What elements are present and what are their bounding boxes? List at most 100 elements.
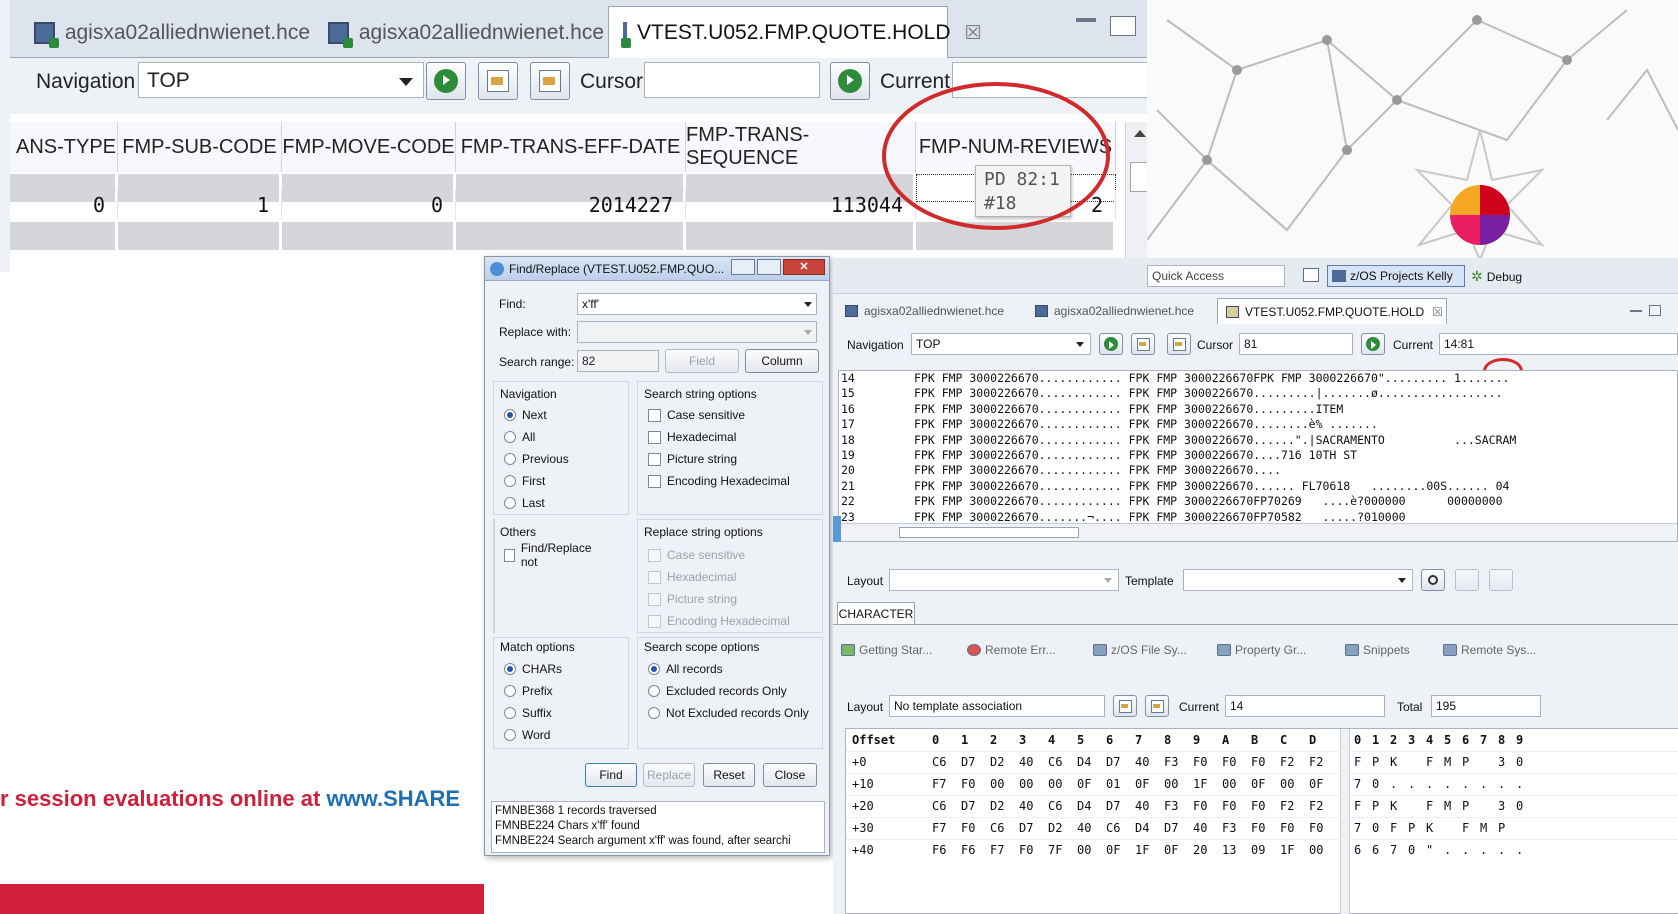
tab-hce-2[interactable]: agisxa02alliednwienet.hce (1027, 298, 1217, 324)
char-cell[interactable]: . (1462, 843, 1469, 857)
maximize-icon[interactable] (1110, 16, 1136, 36)
tab-quote-hold[interactable]: VTEST.U052.FMP.QUOTE.HOLD ☒ (1217, 298, 1447, 324)
go-button[interactable] (426, 62, 466, 100)
hex-byte[interactable]: 40 (1135, 799, 1149, 813)
hex-byte[interactable]: F6 (932, 843, 946, 857)
view-zos-file-system[interactable]: z/OS File Sy... (1093, 640, 1187, 660)
char-cell[interactable]: F (1354, 755, 1361, 769)
navigation-combo[interactable]: TOP (911, 333, 1091, 355)
radio-word[interactable]: Word (504, 726, 550, 744)
hex-byte[interactable]: 00 (1280, 777, 1294, 791)
hex-byte[interactable]: C6 (932, 799, 946, 813)
open-perspective-icon[interactable] (1303, 268, 1319, 282)
char-cell[interactable]: 0 (1408, 843, 1415, 857)
go-button[interactable] (1099, 333, 1123, 355)
hex-editor-grid[interactable]: Offset 0 1 2 3 4 5 6 7 8 9 A B C D 0 1 2 3 4 5 6 7 8 9 +0 C6 D7 D2 40… (845, 728, 1678, 914)
char-cell[interactable]: . (1498, 843, 1505, 857)
hex-byte[interactable]: 0F (1077, 777, 1091, 791)
hex-byte[interactable]: C6 (990, 821, 1004, 835)
hex-byte[interactable]: D2 (990, 799, 1004, 813)
hex-byte[interactable]: 01 (1106, 777, 1120, 791)
save-record-button[interactable] (1167, 333, 1191, 355)
search-template-button[interactable] (1421, 569, 1445, 591)
replace-button[interactable]: Replace (643, 763, 695, 787)
char-cell[interactable]: 0 (1372, 821, 1379, 835)
hex-byte[interactable]: F0 (1222, 799, 1236, 813)
char-cell[interactable]: K (1390, 755, 1397, 769)
checkbox-find-replace-not[interactable]: Find/Replace not (504, 541, 594, 569)
maximize-icon[interactable] (1649, 305, 1661, 316)
radio-previous[interactable]: Previous (504, 450, 569, 468)
save-record-button[interactable] (530, 62, 570, 100)
hex-byte[interactable]: D7 (961, 799, 975, 813)
char-cell[interactable]: F (1426, 755, 1433, 769)
code-line[interactable]: FPK FMP 3000226670............ FPK FMP 3… (914, 402, 1674, 417)
hex-byte[interactable]: F0 (1193, 799, 1207, 813)
share-link[interactable]: www.SHARE (326, 786, 460, 811)
hex-byte[interactable]: D4 (1135, 821, 1149, 835)
code-area[interactable]: FPK FMP 3000226670............ FPK FMP 3… (914, 371, 1674, 540)
view-getting-started[interactable]: Getting Star... (841, 640, 932, 660)
column-button[interactable]: Column (745, 349, 819, 373)
checkbox-hexadecimal[interactable]: Hexadecimal (648, 428, 736, 446)
tab-hce-2[interactable]: agisxa02alliednwienet.hce (314, 8, 604, 58)
char-cell[interactable]: K (1426, 821, 1433, 835)
hex-byte[interactable]: D7 (1164, 821, 1178, 835)
hex-byte[interactable]: 0F (1164, 843, 1178, 857)
char-cell[interactable]: . (1390, 777, 1397, 791)
char-cell[interactable]: 0 (1372, 777, 1379, 791)
template-action-button[interactable] (1455, 569, 1479, 591)
hex-byte[interactable]: F6 (961, 843, 975, 857)
code-line[interactable]: FPK FMP 3000226670............ FPK FMP 3… (914, 463, 1674, 478)
hex-byte[interactable]: F3 (1222, 821, 1236, 835)
template-action-button-2[interactable] (1489, 569, 1513, 591)
cursor-input[interactable]: 81 (1239, 333, 1353, 355)
checkbox-replace-encoding[interactable]: Encoding Hexadecimal (648, 612, 790, 630)
reset-button[interactable]: Reset (703, 763, 755, 787)
char-cell[interactable]: . (1426, 777, 1433, 791)
char-cell[interactable]: M (1444, 799, 1451, 813)
radio-all-records[interactable]: All records (648, 660, 723, 678)
open-record-button[interactable] (478, 62, 518, 100)
column-header[interactable]: ANS-TYPE (10, 122, 118, 172)
radio-all[interactable]: All (504, 428, 535, 446)
open-record-button[interactable] (1131, 333, 1155, 355)
code-line[interactable]: FPK FMP 3000226670............ FPK FMP 3… (914, 433, 1674, 448)
hex-byte[interactable]: 00 (1019, 777, 1033, 791)
go-cursor-button[interactable] (830, 62, 870, 100)
hex-byte[interactable]: 40 (1019, 799, 1033, 813)
navigation-combo[interactable]: TOP (138, 62, 424, 98)
hex-byte[interactable]: 20 (1193, 843, 1207, 857)
layout-value-field[interactable]: No template association (889, 695, 1105, 717)
hex-byte[interactable]: C6 (932, 755, 946, 769)
char-cell[interactable]: 0 (1516, 799, 1523, 813)
char-cell[interactable]: 7 (1354, 821, 1361, 835)
column-header[interactable]: FMP-TRANS-SEQUENCE (686, 122, 916, 172)
checkbox-picture-string[interactable]: Picture string (648, 450, 737, 468)
char-cell[interactable]: 3 (1498, 755, 1505, 769)
hex-byte[interactable]: 0F (1135, 777, 1149, 791)
radio-not-excluded-only[interactable]: Not Excluded records Only (648, 704, 809, 722)
hex-byte[interactable]: 40 (1193, 821, 1207, 835)
hex-byte[interactable]: D2 (990, 755, 1004, 769)
column-header[interactable]: FMP-TRANS-EFF-DATE (456, 122, 686, 172)
view-snippets[interactable]: Snippets (1345, 640, 1410, 660)
hex-byte[interactable]: 0F (1106, 843, 1120, 857)
hex-byte[interactable]: 00 (990, 777, 1004, 791)
hex-byte[interactable]: 13 (1222, 843, 1236, 857)
checkbox-replace-picture[interactable]: Picture string (648, 590, 737, 608)
hex-byte[interactable]: 1F (1280, 843, 1294, 857)
hex-byte[interactable]: 1F (1135, 843, 1149, 857)
tab-hce-1[interactable]: agisxa02alliednwienet.hce (837, 298, 1025, 324)
char-cell[interactable]: 6 (1372, 843, 1379, 857)
close-button[interactable]: Close (763, 763, 817, 787)
radio-next[interactable]: Next (504, 406, 547, 424)
search-range-input[interactable]: 82 (577, 350, 659, 372)
char-cell[interactable]: F (1354, 799, 1361, 813)
quick-access-input[interactable]: Quick Access (1147, 265, 1285, 287)
view-property-group[interactable]: Property Gr... (1217, 640, 1306, 660)
hex-byte[interactable]: F0 (1019, 843, 1033, 857)
go-cursor-button[interactable] (1361, 333, 1385, 355)
char-cell[interactable]: M (1444, 755, 1451, 769)
view-remote-systems[interactable]: Remote Sys... (1443, 640, 1536, 660)
